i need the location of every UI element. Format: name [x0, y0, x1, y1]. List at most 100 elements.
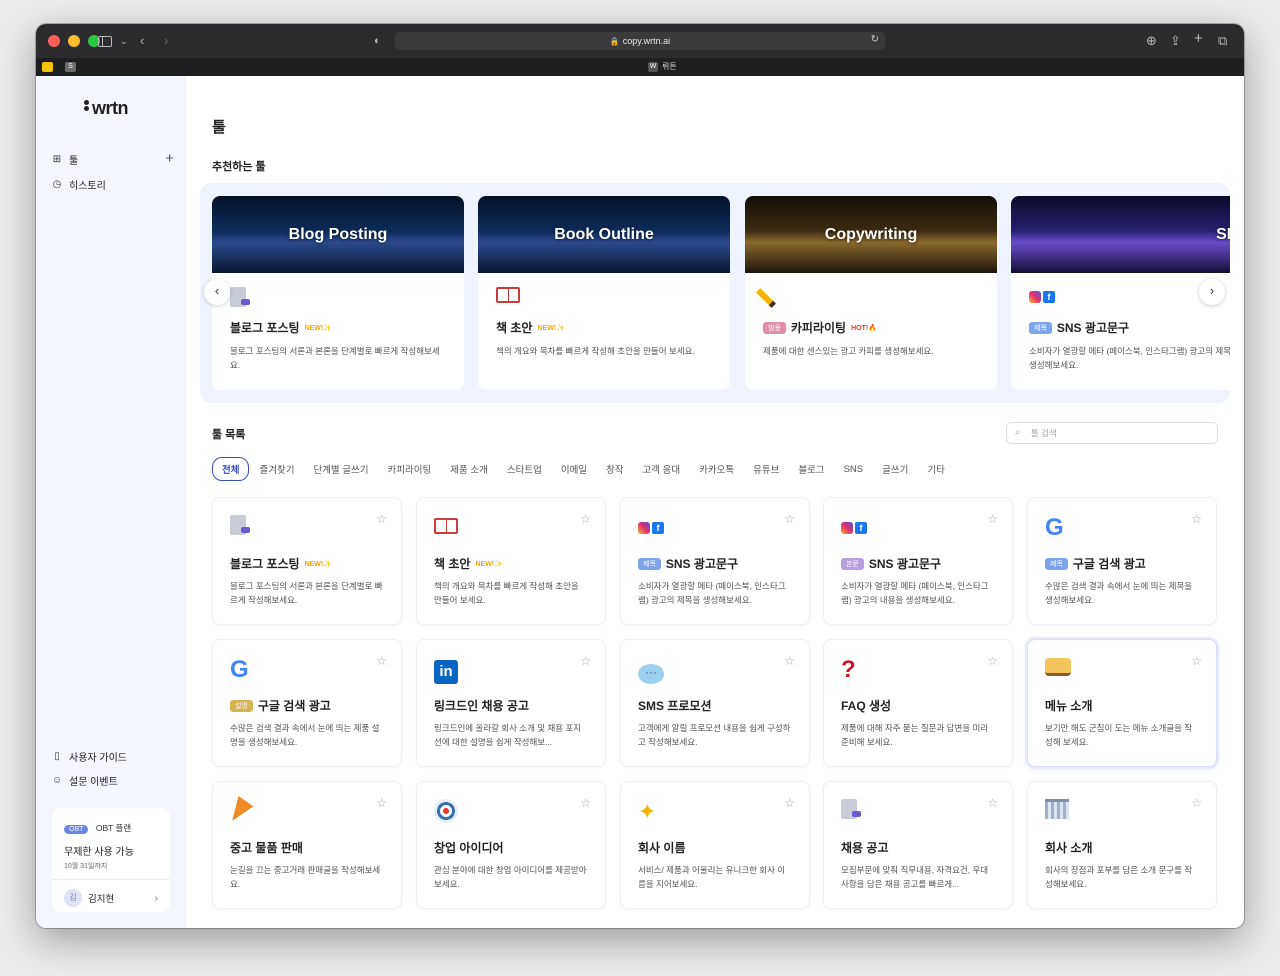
- filter-chip[interactable]: 이메일: [552, 458, 596, 480]
- tool-card[interactable]: ☆ G 설명 구글 검색 광고 수많은 검색 결과 속에서 눈에 띄는 제품 설명을 생…: [212, 639, 402, 767]
- chevron-left-icon: ‹: [214, 283, 220, 298]
- filter-chip[interactable]: 단계별 글쓰기: [304, 458, 377, 480]
- favorite-star-icon[interactable]: ☆: [376, 512, 387, 526]
- tool-card[interactable]: ☆ 메뉴 소개 보기만 해도 군침이 도는 메뉴 소개글을 작성해 보세요.: [1027, 639, 1217, 767]
- filter-chip[interactable]: 제품 소개: [441, 458, 497, 480]
- speech-bubble-icon: ···: [638, 657, 792, 684]
- sidebar-item-tools[interactable]: ⊞ 툴: [52, 152, 78, 167]
- tool-card[interactable]: ☆ G 제목 구글 검색 광고 수많은 검색 결과 속에서 눈에 띄는 제목을 생성해보…: [1027, 497, 1217, 625]
- tool-title: SNS 광고문구: [868, 557, 942, 571]
- tool-title: 회사 소개: [1045, 841, 1093, 855]
- tool-description: 서비스/ 제품과 어울리는 유니크한 회사 이름을 지어보세요.: [638, 865, 786, 890]
- filter-chip[interactable]: 유튜브: [744, 458, 788, 480]
- banner-text: Copywriting: [824, 225, 918, 243]
- main-content: 툴 추천하는 툴 Blog Posting 블로그 포스팅 NEW!✨ 블로그 포…: [186, 76, 1244, 928]
- favorite-star-icon[interactable]: ☆: [1191, 512, 1202, 526]
- back-icon[interactable]: ‹: [140, 33, 144, 49]
- banner-text: SNS: [1216, 225, 1230, 243]
- tool-card[interactable]: ☆ f 제목 SNS 광고문구 소비자가 열광할 메타 (페이스북, 인스타그램) 광고…: [620, 497, 810, 625]
- tool-card[interactable]: ☆ ✦ 회사 이름 서비스/ 제품과 어울리는 유니크한 회사 이름을 지어보세요.: [620, 781, 810, 909]
- add-icon[interactable]: +: [165, 150, 174, 167]
- filter-chip[interactable]: 스타트업: [498, 458, 551, 480]
- featured-card[interactable]: Blog Posting 블로그 포스팅 NEW!✨ 블로그 포스팅의 서론과 본…: [212, 196, 464, 390]
- tool-search-input[interactable]: ⌕ 툴 검색: [1006, 422, 1218, 444]
- avatar: 김: [64, 889, 82, 907]
- tool-description: 링크드인에 올라갈 회사 소개 및 채용 포지션에 대한 설명을 쉽게 작성해보…: [434, 723, 582, 748]
- instagram-facebook-icon: f: [638, 515, 792, 541]
- favorite-star-icon[interactable]: ☆: [987, 654, 998, 668]
- featured-card[interactable]: Book Outline 책 초안 NEW!✨ 책의 개요와 목차를 빠르게 작성…: [478, 196, 730, 390]
- favorite-star-icon[interactable]: ☆: [784, 654, 795, 668]
- tool-card[interactable]: ☆? FAQ 생성 제품에 대해 자주 묻는 질문과 답변을 미리 준비해 보세요.: [823, 639, 1013, 767]
- tool-card[interactable]: ☆ 블로그 포스팅 NEW!✨ 블로그 포스팅의 서론과 본론을 단계별로 빠르게 작…: [212, 497, 402, 625]
- download-icon[interactable]: ⊕: [1146, 33, 1157, 49]
- favorite-star-icon[interactable]: ☆: [376, 796, 387, 810]
- sidebar-item-history[interactable]: ◷ 히스토리: [52, 177, 106, 192]
- filter-chip[interactable]: 즐겨찾기: [250, 458, 303, 480]
- plan-badge: OBT: [64, 825, 89, 834]
- tool-title: 책 초안: [434, 557, 471, 571]
- filter-chip[interactable]: 블로그: [789, 458, 833, 480]
- tool-title: 채용 공고: [841, 841, 889, 855]
- filter-chip[interactable]: SNS: [835, 460, 873, 479]
- favorite-star-icon[interactable]: ☆: [784, 796, 795, 810]
- window-controls: [48, 35, 100, 47]
- bookmark-favicon-icon[interactable]: [42, 62, 53, 72]
- featured-card[interactable]: Copywriting 범용 카피라이팅 HOT!🔥 제품에 대한 센스있는 광고 …: [745, 196, 997, 390]
- filter-chip[interactable]: 카피라이팅: [379, 458, 441, 480]
- tool-list-title: 툴 목록: [212, 429, 246, 441]
- tool-card[interactable]: ☆ ··· SMS 프로모션 고객에게 알릴 프로모션 내용을 쉽게 구성하고 작성해…: [620, 639, 810, 767]
- favorite-star-icon[interactable]: ☆: [987, 796, 998, 810]
- address-bar[interactable]: 🔒 copy.wrtn.ai ↻: [395, 32, 885, 50]
- chevron-down-icon[interactable]: ⌄: [120, 33, 128, 49]
- filter-chip[interactable]: 전체: [212, 457, 250, 481]
- tool-card[interactable]: ☆ 창업 아이디어 관심 분야에 대한 창업 아이디어를 제공받아 보세요.: [416, 781, 606, 909]
- favorite-star-icon[interactable]: ☆: [1191, 654, 1202, 668]
- filter-chip[interactable]: 고객 응대: [634, 458, 690, 480]
- favorite-star-icon[interactable]: ☆: [987, 512, 998, 526]
- card-banner: SNS: [1011, 196, 1230, 273]
- card-description: 제품에 대한 센스있는 광고 카피를 생성해보세요.: [763, 346, 934, 356]
- banner-text: Book Outline: [554, 225, 654, 243]
- pencil-icon: [756, 287, 979, 309]
- favorite-star-icon[interactable]: ☆: [580, 654, 591, 668]
- share-icon[interactable]: ⇪: [1170, 33, 1181, 49]
- tab-title: 뤼튼: [662, 62, 677, 71]
- card-title: SNS 광고문구: [1056, 321, 1130, 335]
- carousel-prev-button[interactable]: ‹: [204, 279, 230, 305]
- tool-card[interactable]: ☆ 책 초안 NEW!✨ 책의 개요와 목차를 빠르게 작성해 초안을 만들어 보세요…: [416, 497, 606, 625]
- filter-chip[interactable]: 카카오톡: [690, 458, 743, 480]
- bookmark-favicon-icon[interactable]: S: [65, 62, 76, 72]
- favorite-star-icon[interactable]: ☆: [376, 654, 387, 668]
- filter-chip[interactable]: 창작: [597, 458, 632, 480]
- tool-card[interactable]: ☆ in 링크드인 채용 공고 링크드인에 올라갈 회사 소개 및 채용 포지션에 대…: [416, 639, 606, 767]
- browser-sidebar-icon[interactable]: [98, 36, 112, 47]
- tool-card[interactable]: ☆ f 본문 SNS 광고문구 소비자가 열광할 메타 (페이스북, 인스타그램) 광고…: [823, 497, 1013, 625]
- tab-overview-icon[interactable]: ⧉: [1218, 33, 1227, 49]
- privacy-shield-icon[interactable]: ◐: [374, 33, 381, 49]
- favorite-star-icon[interactable]: ☆: [580, 796, 591, 810]
- sidebar-item-survey-event[interactable]: ☺ 설문 이벤트: [52, 773, 118, 788]
- wrtn-logo[interactable]: wrtn: [84, 98, 129, 119]
- sidebar-item-user-guide[interactable]: ▯ 사용자 가이드: [52, 749, 127, 764]
- wrtn-favicon-icon: W: [648, 61, 658, 72]
- favorite-star-icon[interactable]: ☆: [580, 512, 591, 526]
- favorite-star-icon[interactable]: ☆: [1191, 796, 1202, 810]
- filter-chip[interactable]: 기타: [918, 458, 953, 480]
- reload-icon[interactable]: ↻: [871, 34, 879, 45]
- forward-icon[interactable]: ›: [164, 33, 168, 49]
- tool-card[interactable]: ☆ 중고 물품 판매 눈길을 끄는 중고거래 판매글을 작성해보세요.: [212, 781, 402, 909]
- new-tab-icon[interactable]: +: [1194, 31, 1203, 47]
- carousel-next-button[interactable]: ›: [1199, 279, 1225, 305]
- user-profile-button[interactable]: 김 김지현 ›: [64, 889, 158, 907]
- tool-title: 구글 검색 광고: [1072, 557, 1146, 571]
- featured-card[interactable]: SNS f 제목SNS 광고문구 소비자가 열광할 메타 (페이스북, 인스타그…: [1011, 196, 1230, 390]
- minimize-window-button[interactable]: [68, 35, 80, 47]
- filter-chip[interactable]: 글쓰기: [873, 458, 917, 480]
- tool-card[interactable]: ☆ 회사 소개 회사의 장점과 포부를 담은 소개 문구를 작성해보세요.: [1027, 781, 1217, 909]
- question-icon: ?: [841, 656, 856, 683]
- favorite-star-icon[interactable]: ☆: [784, 512, 795, 526]
- tool-card[interactable]: ☆ 채용 공고 모집부문에 맞춰 직무내용, 자격요건, 우대사항을 담은 채용 공…: [823, 781, 1013, 909]
- tab-active[interactable]: W 뤼튼: [648, 61, 677, 72]
- close-window-button[interactable]: [48, 35, 60, 47]
